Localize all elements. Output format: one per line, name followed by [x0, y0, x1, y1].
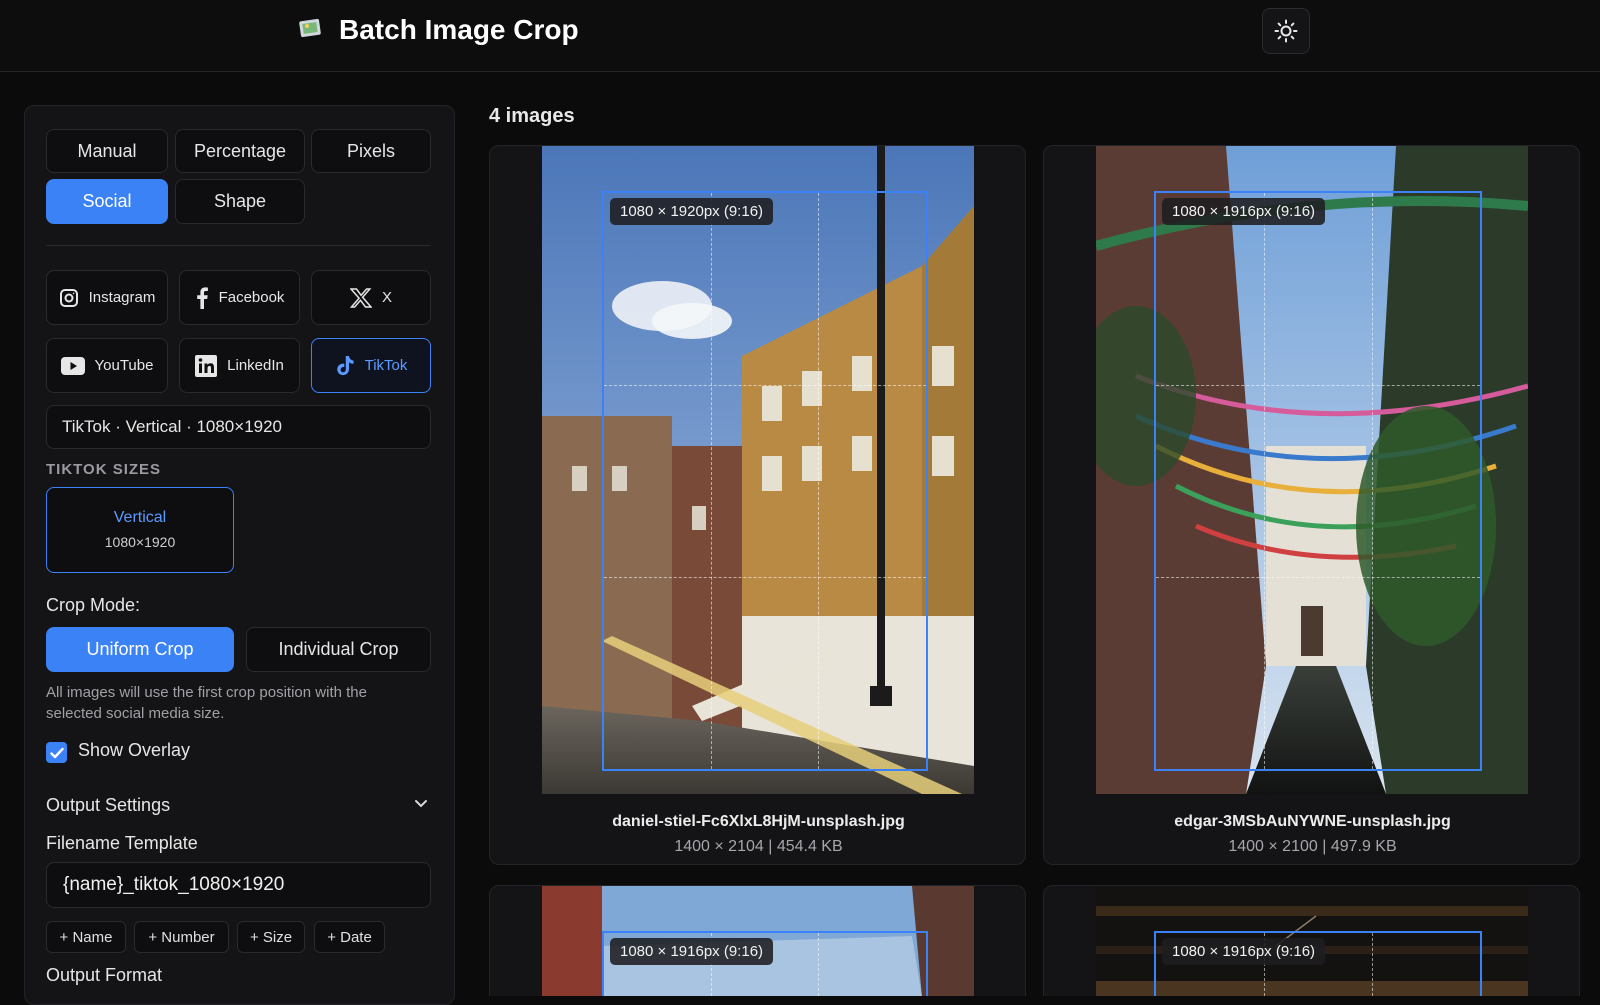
platform-label: YouTube — [94, 357, 154, 374]
sun-icon — [1274, 19, 1298, 43]
platform-label: LinkedIn — [227, 357, 284, 374]
size-option-vertical[interactable]: Vertical 1080×1920 — [46, 487, 234, 573]
filename-template-input[interactable]: {name}_tiktok_1080×1920 — [46, 862, 431, 908]
crop-overlay[interactable]: 1080 × 1916px (9:16) — [1154, 191, 1482, 771]
image-card[interactable]: 1080 × 1920px (9:16) daniel-stiel-Fc6Xlx… — [489, 145, 1026, 865]
x-logo-icon — [349, 287, 372, 308]
linkedin-icon — [195, 354, 218, 377]
output-format-label: Output Format — [46, 965, 163, 985]
image-count: 4 images — [489, 105, 575, 127]
image-filename: daniel-stiel-Fc6XlxL8HjM-unsplash.jpg — [612, 813, 905, 830]
crop-size-badge: 1080 × 1916px (9:16) — [1162, 198, 1326, 225]
crop-size-badge: 1080 × 1916px (9:16) — [1162, 938, 1326, 965]
platform-tiktok-button[interactable]: TikTok — [311, 338, 431, 393]
platform-label: TikTok — [364, 357, 408, 374]
individual-crop-button[interactable]: Individual Crop — [246, 627, 431, 672]
show-overlay-checkbox[interactable] — [46, 742, 67, 763]
crop-overlay[interactable]: 1080 × 1916px (9:16) — [1154, 931, 1482, 996]
app-title: Batch Image Crop — [339, 14, 579, 45]
facebook-icon — [196, 286, 208, 309]
crop-overlay[interactable]: 1080 × 1916px (9:16) — [602, 931, 928, 996]
platform-youtube-button[interactable]: YouTube — [46, 338, 168, 393]
tab-manual[interactable]: Manual — [46, 129, 168, 173]
size-dims: 1080×1920 — [104, 534, 176, 550]
insert-number-chip[interactable]: + Number — [134, 921, 229, 953]
selected-preset-display: TikTok · Vertical · 1080×1920 — [46, 405, 431, 449]
image-preview: 1080 × 1916px (9:16) — [1096, 886, 1528, 996]
image-meta: 1400 × 2104 | 454.4 KB — [674, 838, 843, 855]
filename-template-label: Filename Template — [46, 833, 198, 853]
insert-name-chip[interactable]: + Name — [46, 921, 126, 953]
platform-label: Facebook — [218, 289, 285, 306]
theme-toggle-button[interactable] — [1262, 8, 1310, 54]
tab-percentage[interactable]: Percentage — [175, 129, 305, 173]
crop-size-badge: 1080 × 1920px (9:16) — [610, 198, 774, 225]
image-card[interactable]: 1080 × 1916px (9:16) — [1043, 885, 1580, 996]
image-preview: 1080 × 1916px (9:16) — [542, 886, 974, 996]
sizes-section-label: TIKTOK SIZES — [46, 461, 162, 478]
output-settings-title[interactable]: Output Settings — [46, 795, 170, 816]
checkmark-icon — [49, 747, 64, 758]
crop-mode-label: Crop Mode: — [46, 595, 141, 615]
platform-label: X — [381, 289, 392, 306]
platform-x-button[interactable]: X — [311, 270, 431, 325]
insert-size-chip[interactable]: + Size — [237, 921, 305, 953]
image-meta: 1400 × 2100 | 497.9 KB — [1228, 838, 1397, 855]
instagram-icon — [59, 288, 78, 307]
chevron-down-icon[interactable] — [413, 798, 429, 810]
crop-logo-icon — [299, 18, 321, 38]
platform-facebook-button[interactable]: Facebook — [179, 270, 300, 325]
insert-date-chip[interactable]: + Date — [314, 921, 385, 953]
image-card[interactable]: 1080 × 1916px (9:16) edgar-3MSbAuNYWNE-u… — [1043, 145, 1580, 865]
uniform-crop-button[interactable]: Uniform Crop — [46, 627, 234, 672]
platform-label: Instagram — [88, 289, 156, 306]
youtube-icon — [60, 356, 85, 375]
image-info: edgar-3MSbAuNYWNE-unsplash.jpg 1400 × 21… — [1044, 801, 1579, 856]
image-card[interactable]: 1080 × 1916px (9:16) — [489, 885, 1026, 996]
platform-instagram-button[interactable]: Instagram — [46, 270, 168, 325]
crop-size-badge: 1080 × 1916px (9:16) — [610, 938, 774, 965]
crop-overlay[interactable]: 1080 × 1920px (9:16) — [602, 191, 928, 771]
tab-pixels[interactable]: Pixels — [311, 129, 431, 173]
tab-social[interactable]: Social — [46, 179, 168, 224]
top-bar: Batch Image Crop — [0, 0, 1600, 72]
tab-shape[interactable]: Shape — [175, 179, 305, 224]
divider — [46, 245, 431, 246]
tiktok-icon — [336, 355, 354, 375]
image-info: daniel-stiel-Fc6XlxL8HjM-unsplash.jpg 14… — [490, 801, 1025, 856]
image-filename: edgar-3MSbAuNYWNE-unsplash.jpg — [1174, 813, 1451, 830]
image-preview: 1080 × 1916px (9:16) — [1096, 146, 1528, 794]
size-name: Vertical — [113, 509, 167, 526]
platform-linkedin-button[interactable]: LinkedIn — [179, 338, 300, 393]
image-preview: 1080 × 1920px (9:16) — [542, 146, 974, 794]
crop-mode-help: All images will use the first crop posit… — [46, 684, 367, 722]
show-overlay-label: Show Overlay — [78, 740, 191, 760]
